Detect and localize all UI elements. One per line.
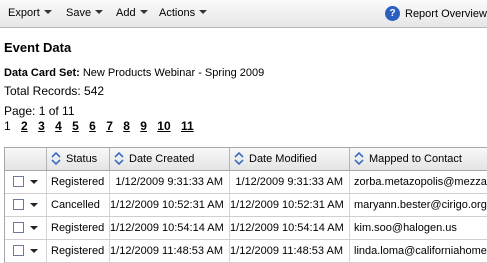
save-label: Save [66,7,92,19]
actions-label: Actions [159,7,196,19]
page-link[interactable]: 9 [140,119,147,133]
status-cell: Cancelled [47,194,110,216]
row-select-cell [5,194,47,216]
column-header-date-created[interactable]: Date Created [110,148,230,170]
date-modified-cell: 1/12/2009 10:54:14 AM [230,217,350,239]
sort-icon [234,152,244,165]
column-header-mapped-to-contact[interactable]: Mapped to Contact [350,148,487,170]
row-select-cell [5,217,47,239]
table-row: Registered 1/12/2009 9:31:33 AM 1/12/200… [5,171,487,194]
page-link[interactable]: 5 [72,119,79,133]
actions-menu-button[interactable]: Actions [159,7,208,19]
chevron-down-icon[interactable] [30,180,38,184]
date-created-cell: 1/12/2009 10:52:31 AM [110,194,230,216]
date-created-cell: 1/12/2009 11:48:53 AM [110,240,230,262]
page-info: Page: 1 of 11 [4,104,75,118]
contact-cell: maryann.bester@cirigo.org [354,199,487,211]
chevron-down-icon[interactable] [30,226,38,230]
column-header-label: Date Created [129,153,195,165]
column-header-date-modified[interactable]: Date Modified [230,148,350,170]
page-link[interactable]: 6 [89,119,96,133]
help-icon[interactable]: ? [385,6,400,21]
status-cell: Registered [47,217,110,239]
status-cell: Registered [47,171,110,193]
chevron-down-icon [199,10,208,14]
date-created-cell: 1/12/2009 10:54:14 AM [110,217,230,239]
page-link[interactable]: 7 [106,119,113,133]
row-select-cell [5,171,47,193]
contact-cell: kim.soo@halogen.us [354,222,457,234]
page-link[interactable]: 3 [38,119,45,133]
page-link[interactable]: 11 [181,119,194,133]
page-link[interactable]: 2 [21,119,28,133]
add-menu-button[interactable]: Add [116,7,148,19]
event-data-table: Status Date Created Date Modified Mapped… [4,147,487,263]
page-title: Event Data [4,40,72,55]
sort-icon [114,152,124,165]
table-row: Registered 1/12/2009 11:48:53 AM 1/12/20… [5,240,487,263]
contact-cell: linda.loma@californiahome.com [354,245,487,257]
chevron-down-icon[interactable] [30,249,38,253]
row-checkbox[interactable] [13,222,24,233]
sort-icon [354,152,364,165]
row-select-cell [5,240,47,262]
data-card-set-label: Data Card Set: [4,67,80,79]
date-created-cell: 1/12/2009 9:31:33 AM [110,171,230,193]
export-label: Export [8,7,40,19]
pagination: 1 2 3 4 5 6 7 8 9 10 11 [4,119,201,133]
chevron-down-icon [43,10,52,14]
page-link[interactable]: 10 [157,119,170,133]
column-header-label: Status [66,153,98,165]
save-menu-button[interactable]: Save [66,7,104,19]
toolbar: Export Save Add Actions ? Report Overvie… [0,0,487,28]
table-row: Registered 1/12/2009 10:54:14 AM 1/12/20… [5,217,487,240]
column-header-status[interactable]: Status [47,148,110,170]
data-card-set-value: New Products Webinar - Spring 2009 [82,67,265,79]
date-modified-cell: 1/12/2009 9:31:33 AM [230,171,350,193]
sort-icon [51,152,61,165]
column-header-label: Date Modified [249,153,317,165]
row-checkbox[interactable] [13,199,24,210]
page-link[interactable]: 8 [123,119,130,133]
export-menu-button[interactable]: Export [8,7,52,19]
column-header-label: Mapped to Contact [369,153,462,165]
report-overview-link[interactable]: Report Overview [405,8,487,20]
page-link[interactable]: 4 [55,119,62,133]
date-modified-cell: 1/12/2009 11:48:53 AM [230,240,350,262]
data-card-set-line: Data Card Set: New Products Webinar - Sp… [4,67,264,79]
table-header-row: Status Date Created Date Modified Mapped… [5,148,487,171]
contact-cell: zorba.metazopolis@mezzaluna.com [354,176,487,188]
chevron-down-icon [95,10,104,14]
row-checkbox[interactable] [13,176,24,187]
total-records: Total Records: 542 [4,84,105,98]
status-cell: Registered [47,240,110,262]
page-link-current: 1 [4,119,11,133]
chevron-down-icon [139,10,148,14]
date-modified-cell: 1/12/2009 10:52:31 AM [230,194,350,216]
chevron-down-icon[interactable] [30,203,38,207]
select-column-header [5,148,47,170]
add-label: Add [116,7,136,19]
row-checkbox[interactable] [13,245,24,256]
table-row: Cancelled 1/12/2009 10:52:31 AM 1/12/200… [5,194,487,217]
